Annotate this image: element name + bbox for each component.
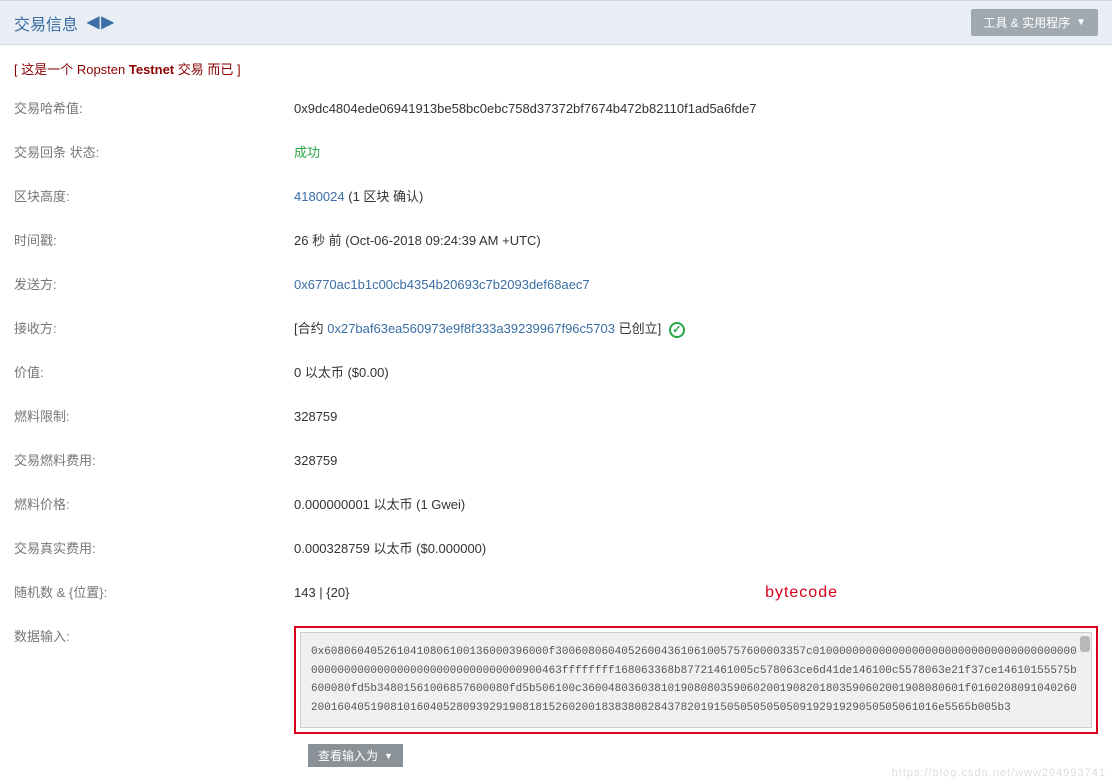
row-tx-hash: 交易哈希值: 0x9dc4804ede06941913be58bc0ebc758… (14, 92, 1098, 126)
value-tx-hash: 0x9dc4804ede06941913be58bc0ebc758d37372b… (294, 98, 1098, 120)
row-input-data: 数据输入: 0x60806040526104108061001360003960… (14, 620, 1098, 740)
tools-dropdown-button[interactable]: 工具 & 实用程序 ▼ (971, 9, 1098, 36)
label-status: 交易回条 状态: (14, 142, 294, 164)
label-input-data: 数据输入: (14, 626, 294, 734)
block-confirmations: (1 区块 确认) (345, 189, 424, 204)
label-nonce: 随机数 & {位置}: (14, 582, 294, 604)
page-title: 交易信息 (14, 11, 78, 35)
value-gas-price: 0.000000001 以太币 (1 Gwei) (294, 494, 1098, 516)
input-data-highlight-box: 0x6080604052610410806100136000396000f300… (294, 626, 1098, 734)
row-status: 交易回条 状态: 成功 (14, 136, 1098, 170)
row-to: 接收方: [合约 0x27baf63ea560973e9f8f333a39239… (14, 312, 1098, 346)
label-gas-used: 交易燃料费用: (14, 450, 294, 472)
row-nonce: 随机数 & {位置}: 143 | {20} bytecode (14, 576, 1098, 610)
chevron-down-icon: ▼ (1076, 17, 1086, 28)
row-timestamp: 时间戳: 26 秒 前 (Oct-06-2018 09:24:39 AM +UT… (14, 224, 1098, 258)
label-tx-hash: 交易哈希值: (14, 98, 294, 120)
value-status: 成功 (294, 142, 1098, 164)
bytecode-annotation: bytecode (765, 582, 838, 604)
value-gas-used: 328759 (294, 450, 1098, 472)
row-from: 发送方: 0x6770ac1b1c00cb4354b20693c7b2093de… (14, 268, 1098, 302)
label-timestamp: 时间戳: (14, 230, 294, 252)
value-nonce: 143 | {20} (294, 582, 349, 604)
block-link[interactable]: 4180024 (294, 189, 345, 204)
value-timestamp: 26 秒 前 (Oct-06-2018 09:24:39 AM +UTC) (294, 230, 1098, 252)
label-gas-price: 燃料价格: (14, 494, 294, 516)
tools-label: 工具 & 实用程序 (983, 14, 1070, 31)
label-gas-limit: 燃料限制: (14, 406, 294, 428)
to-contract-link[interactable]: 0x27baf63ea560973e9f8f333a39239967f96c57… (327, 321, 615, 336)
row-actual-cost: 交易真实费用: 0.000328759 以太币 ($0.000000) (14, 532, 1098, 566)
row-gas-used: 交易燃料费用: 328759 (14, 444, 1098, 478)
bytecode-textarea[interactable]: 0x6080604052610410806100136000396000f300… (300, 632, 1092, 728)
check-icon: ✓ (669, 322, 685, 338)
scrollbar-thumb[interactable] (1080, 636, 1090, 652)
label-block: 区块高度: (14, 186, 294, 208)
value-actual-cost: 0.000328759 以太币 ($0.000000) (294, 538, 1098, 560)
to-prefix: [合约 (294, 321, 327, 336)
prev-arrow-icon[interactable]: ◀ (87, 15, 99, 31)
next-arrow-icon[interactable]: ▶ (101, 15, 113, 31)
label-from: 发送方: (14, 274, 294, 296)
row-gas-limit: 燃料限制: 328759 (14, 400, 1098, 434)
row-gas-price: 燃料价格: 0.000000001 以太币 (1 Gwei) (14, 488, 1098, 522)
view-input-as-button[interactable]: 查看输入为 ▼ (308, 744, 403, 767)
chevron-down-icon: ▼ (384, 751, 393, 761)
row-value: 价值: 0 以太币 ($0.00) (14, 356, 1098, 390)
view-as-label: 查看输入为 (318, 747, 378, 764)
label-value: 价值: (14, 362, 294, 384)
label-to: 接收方: (14, 318, 294, 340)
value-value: 0 以太币 ($0.00) (294, 362, 1098, 384)
row-block: 区块高度: 4180024 (1 区块 确认) (14, 180, 1098, 214)
value-gas-limit: 328759 (294, 406, 1098, 428)
to-suffix: 已创立] (615, 321, 661, 336)
page-header: 交易信息 ◀ ▶ 工具 & 实用程序 ▼ (0, 0, 1112, 45)
label-actual-cost: 交易真实费用: (14, 538, 294, 560)
testnet-notice: [ 这是一个 Ropsten Testnet 交易 而已 ] (14, 59, 1098, 78)
from-address-link[interactable]: 0x6770ac1b1c00cb4354b20693c7b2093def68ae… (294, 277, 590, 292)
watermark-text: https://blog.csdn.net/www294993741 (892, 767, 1106, 779)
